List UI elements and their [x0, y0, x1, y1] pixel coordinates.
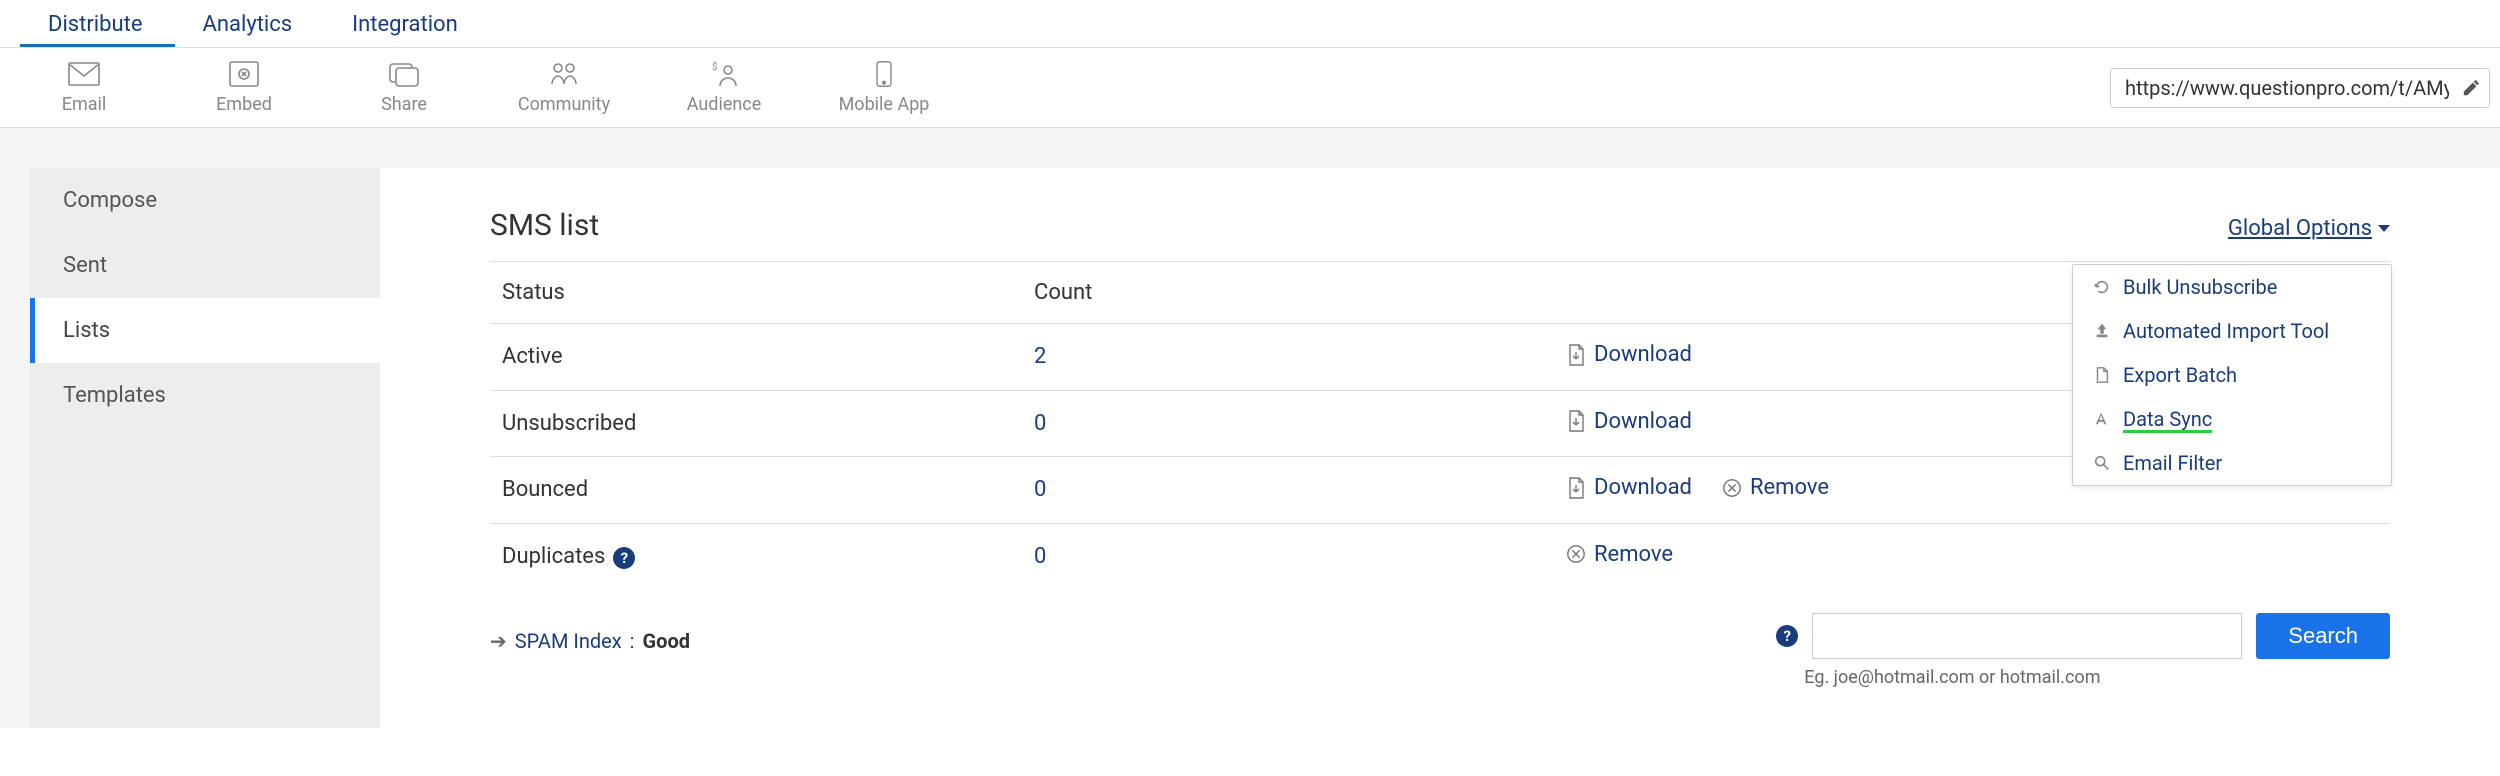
content-head: SMS list Global Options: [490, 208, 2390, 243]
tool-label: Share: [381, 94, 427, 115]
caret-down-icon: [2378, 225, 2390, 232]
status-cell: Bounced: [490, 457, 1022, 524]
sidebar-item-compose[interactable]: Compose: [30, 168, 380, 233]
global-options-label: Global Options: [2228, 216, 2372, 241]
dropdown-label: Automated Import Tool: [2123, 319, 2329, 343]
count-link[interactable]: 2: [1034, 344, 1046, 369]
count-cell: 2: [1022, 324, 1554, 391]
survey-url-input[interactable]: [2110, 68, 2490, 108]
count-link[interactable]: 0: [1034, 544, 1046, 569]
dropdown-data-sync[interactable]: Data Sync: [2073, 397, 2391, 441]
remove-link[interactable]: Remove: [1566, 542, 1673, 567]
top-nav: Distribute Analytics Integration: [0, 0, 2500, 48]
remove-link[interactable]: Remove: [1722, 475, 1829, 500]
action-label: Download: [1594, 409, 1692, 434]
content: SMS list Global Options Bulk Unsubscribe…: [380, 168, 2500, 728]
action-label: Remove: [1750, 475, 1829, 500]
dropdown-label: Bulk Unsubscribe: [2123, 275, 2277, 299]
col-count: Count: [1022, 262, 1554, 324]
tool-label: Audience: [687, 94, 762, 115]
main-wrap: Compose Sent Lists Templates SMS list Gl…: [0, 128, 2500, 728]
sidebar-item-sent[interactable]: Sent: [30, 233, 380, 298]
spam-sep: :: [630, 629, 635, 653]
pencil-icon[interactable]: [2462, 79, 2480, 97]
dropdown-label: Email Filter: [2123, 451, 2222, 475]
dropdown-label: Data Sync: [2123, 407, 2212, 431]
status-cell: Duplicates?: [490, 523, 1022, 589]
search-icon: [2093, 454, 2111, 472]
tool-label: Mobile App: [839, 94, 930, 115]
file-icon: [2093, 366, 2111, 384]
upload-icon: [2093, 322, 2111, 340]
tool-mobile-app[interactable]: Mobile App: [804, 60, 964, 115]
audience-icon: $: [708, 60, 740, 88]
count-link[interactable]: 0: [1034, 477, 1046, 502]
tool-label: Community: [518, 94, 610, 115]
undo-icon: [2093, 278, 2111, 296]
dropdown-label: Export Batch: [2123, 363, 2237, 387]
dropdown-automated-import[interactable]: Automated Import Tool: [2073, 309, 2391, 353]
table-row: Duplicates? 0 Remove: [490, 523, 2390, 589]
dropdown-email-filter[interactable]: Email Filter: [2073, 441, 2391, 485]
count-cell: 0: [1022, 390, 1554, 457]
col-status: Status: [490, 262, 1022, 324]
tab-analytics[interactable]: Analytics: [175, 2, 325, 47]
community-icon: [548, 60, 580, 88]
remove-circle-icon: [1566, 543, 1586, 565]
arrow-right-icon: ➔: [490, 629, 507, 653]
tab-distribute[interactable]: Distribute: [20, 2, 175, 47]
action-label: Remove: [1594, 542, 1673, 567]
sidebar-item-templates[interactable]: Templates: [30, 363, 380, 428]
embed-icon: [228, 60, 260, 88]
tool-community[interactable]: Community: [484, 60, 644, 115]
download-link[interactable]: Download: [1566, 342, 1692, 367]
search-hint: Eg. joe@hotmail.com or hotmail.com: [1804, 667, 2100, 688]
mobile-icon: [868, 60, 900, 88]
tool-label: Embed: [216, 94, 272, 115]
sidebar: Compose Sent Lists Templates: [30, 168, 380, 728]
download-link[interactable]: Download: [1566, 475, 1692, 500]
count-cell: 0: [1022, 523, 1554, 589]
actions-cell: Remove: [1554, 523, 2390, 589]
tool-email[interactable]: Email: [4, 60, 164, 115]
tool-embed[interactable]: Embed: [164, 60, 324, 115]
count-cell: 0: [1022, 457, 1554, 524]
download-file-icon: [1566, 344, 1586, 366]
font-icon: [2093, 410, 2111, 428]
action-label: Download: [1594, 475, 1692, 500]
global-options-toggle[interactable]: Global Options: [2228, 216, 2390, 241]
status-cell: Unsubscribed: [490, 390, 1022, 457]
tool-share[interactable]: Share: [324, 60, 484, 115]
count-link[interactable]: 0: [1034, 411, 1046, 436]
spam-value: Good: [643, 629, 690, 653]
download-file-icon: [1566, 410, 1586, 432]
remove-circle-icon: [1722, 477, 1742, 499]
page-title: SMS list: [490, 208, 599, 243]
tool-label: Email: [62, 94, 107, 115]
dropdown-export-batch[interactable]: Export Batch: [2073, 353, 2391, 397]
search-input[interactable]: [1812, 613, 2242, 659]
help-icon[interactable]: ?: [1776, 625, 1798, 647]
envelope-icon: [68, 60, 100, 88]
toolbar: Email Embed Share Community $ Audience M…: [0, 48, 2500, 128]
download-link[interactable]: Download: [1566, 409, 1692, 434]
tab-integration[interactable]: Integration: [324, 2, 490, 47]
spam-index-link[interactable]: SPAM Index: [515, 629, 622, 653]
sidebar-item-lists[interactable]: Lists: [30, 298, 380, 363]
help-icon[interactable]: ?: [613, 547, 635, 569]
dropdown-bulk-unsubscribe[interactable]: Bulk Unsubscribe: [2073, 265, 2391, 309]
search-area: ? Search Eg. joe@hotmail.com or hotmail.…: [1768, 613, 2390, 688]
status-cell: Active: [490, 324, 1022, 391]
download-file-icon: [1566, 477, 1586, 499]
action-label: Download: [1594, 342, 1692, 367]
global-options-dropdown: Bulk Unsubscribe Automated Import Tool E…: [2072, 264, 2392, 486]
share-icon: [388, 60, 420, 88]
svg-text:$: $: [712, 60, 718, 73]
url-box-wrap: [2110, 68, 2490, 108]
search-button[interactable]: Search: [2256, 613, 2390, 659]
tool-audience[interactable]: $ Audience: [644, 60, 804, 115]
